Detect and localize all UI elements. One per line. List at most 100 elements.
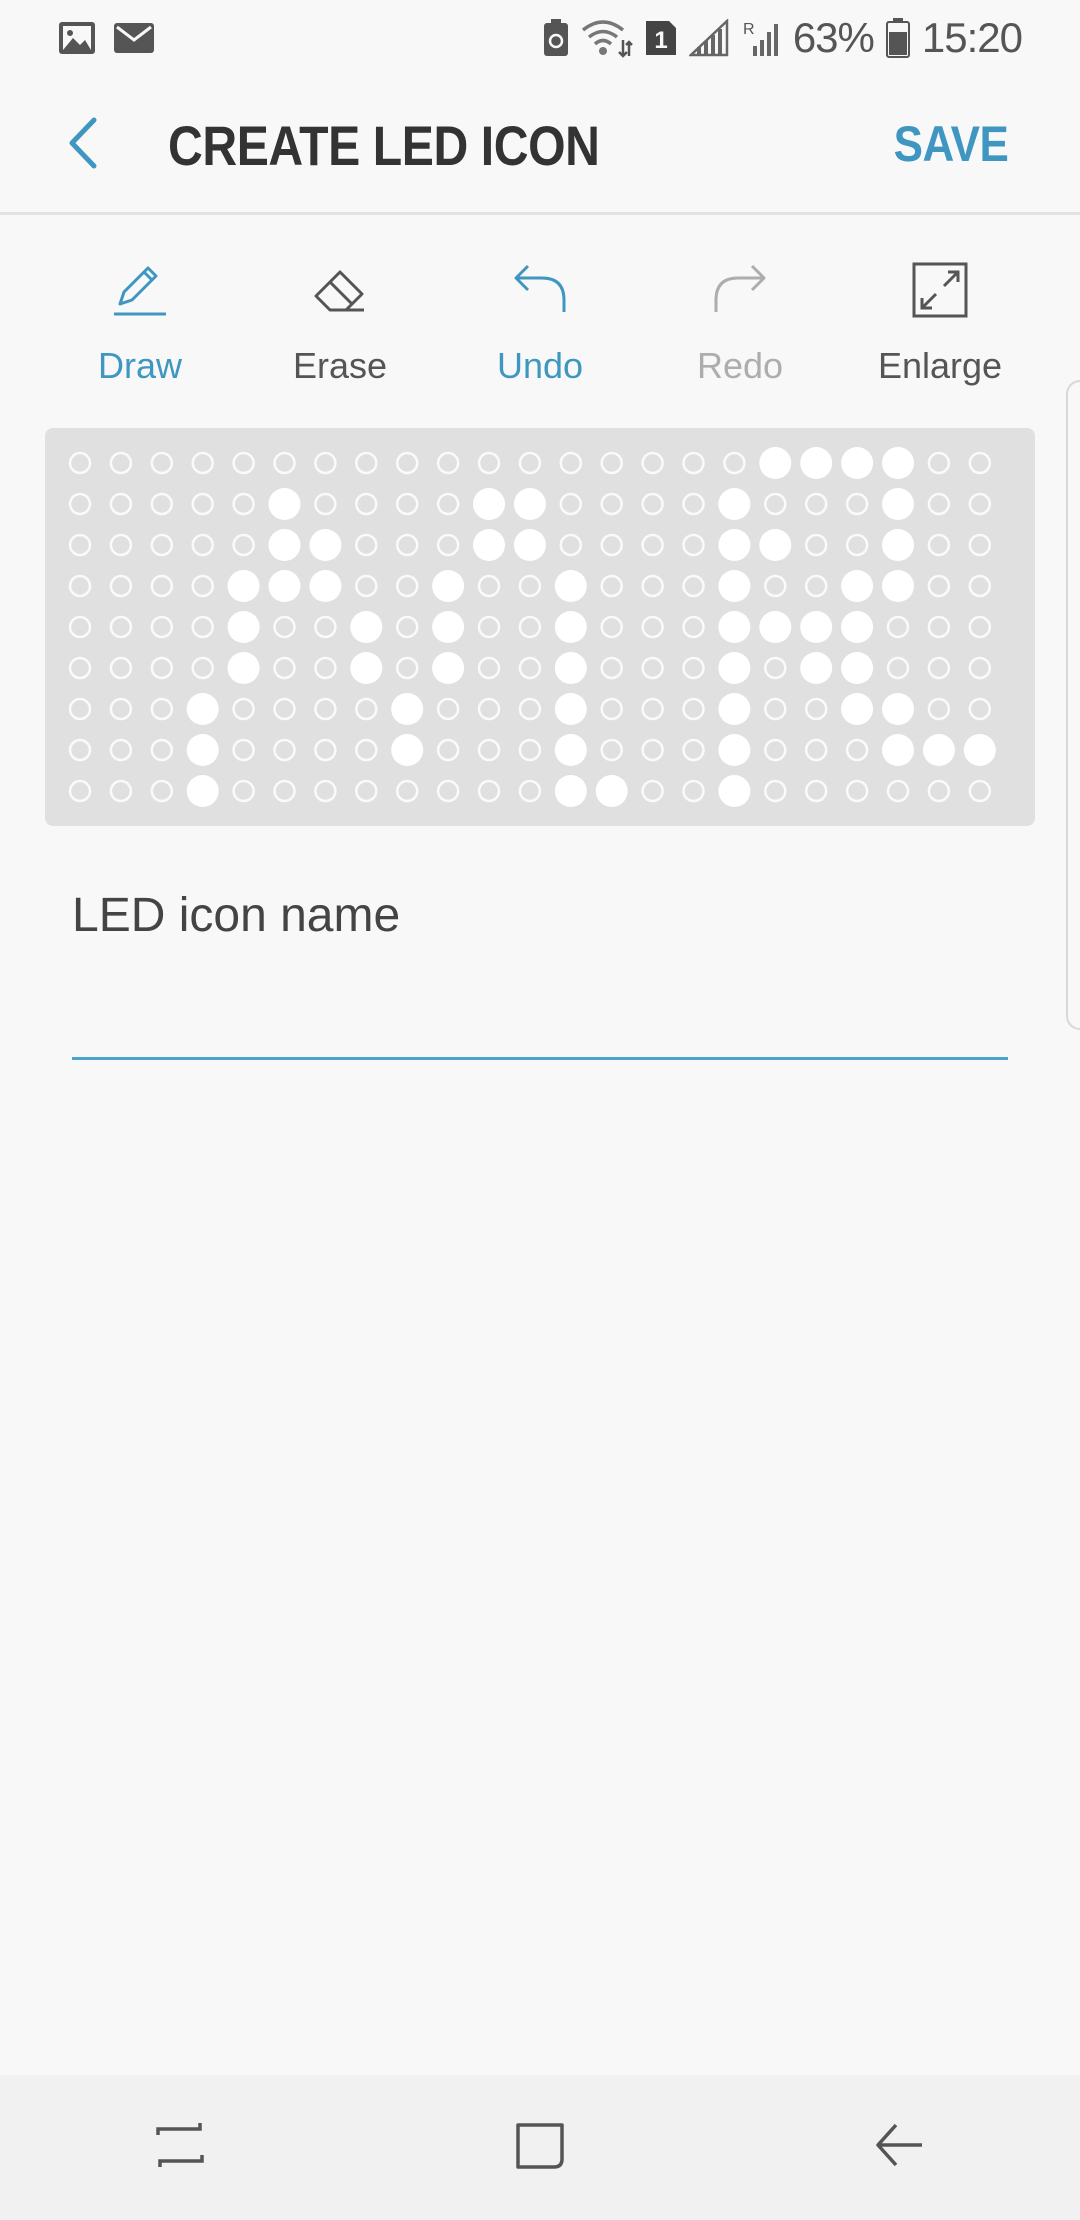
led-cell-off[interactable] (477, 779, 501, 803)
led-cell-on[interactable] (963, 734, 996, 766)
led-cell-on[interactable] (432, 611, 465, 643)
led-cell-off[interactable] (355, 492, 378, 516)
led-cell-off[interactable] (150, 615, 174, 639)
led-cell-on[interactable] (882, 488, 914, 520)
led-cell-off[interactable] (314, 451, 337, 475)
led-cell-off[interactable] (886, 615, 910, 639)
led-cell-off[interactable] (477, 574, 501, 598)
led-cell-on[interactable] (268, 570, 301, 602)
led-cell-off[interactable] (968, 615, 992, 639)
led-cell-off[interactable] (477, 697, 501, 721)
led-cell-off[interactable] (886, 656, 910, 680)
led-cell-off[interactable] (682, 615, 705, 639)
led-cell-off[interactable] (600, 697, 623, 721)
led-cell-on[interactable] (513, 488, 546, 520)
led-cell-off[interactable] (968, 656, 992, 680)
led-cell-off[interactable] (764, 492, 787, 516)
led-cell-off[interactable] (232, 451, 255, 475)
led-cell-on[interactable] (882, 570, 914, 602)
led-cell-off[interactable] (559, 451, 583, 475)
led-cell-on[interactable] (718, 693, 751, 725)
led-cell-off[interactable] (682, 574, 705, 598)
led-cell-off[interactable] (804, 533, 828, 557)
led-cell-off[interactable] (682, 533, 705, 557)
led-cell-on[interactable] (227, 570, 260, 602)
led-cell-off[interactable] (191, 656, 214, 680)
led-cell-off[interactable] (191, 451, 214, 475)
led-cell-off[interactable] (886, 779, 910, 803)
led-cell-off[interactable] (273, 738, 296, 762)
led-cell-off[interactable] (355, 533, 378, 557)
led-cell-off[interactable] (436, 779, 460, 803)
led-cell-on[interactable] (800, 447, 833, 479)
led-cell-off[interactable] (477, 656, 501, 680)
led-cell-on[interactable] (554, 734, 587, 766)
led-cell-on[interactable] (268, 488, 301, 520)
led-cell-off[interactable] (109, 574, 133, 598)
led-cell-on[interactable] (432, 652, 465, 684)
led-cell-on[interactable] (554, 693, 587, 725)
led-cell-on[interactable] (841, 652, 874, 684)
led-cell-on[interactable] (718, 611, 751, 643)
led-cell-off[interactable] (682, 779, 705, 803)
led-cell-off[interactable] (314, 779, 337, 803)
led-cell-off[interactable] (68, 697, 92, 721)
led-cell-off[interactable] (641, 697, 664, 721)
led-cell-on[interactable] (882, 734, 914, 766)
led-cell-on[interactable] (759, 529, 792, 561)
led-cell-off[interactable] (68, 738, 92, 762)
led-grid[interactable] (45, 428, 1035, 826)
led-cell-on[interactable] (841, 570, 874, 602)
led-cell-on[interactable] (841, 693, 874, 725)
led-cell-off[interactable] (109, 697, 133, 721)
led-cell-off[interactable] (436, 697, 460, 721)
led-cell-off[interactable] (477, 451, 501, 475)
led-cell-off[interactable] (436, 738, 460, 762)
led-cell-on[interactable] (309, 570, 342, 602)
led-cell-off[interactable] (518, 738, 542, 762)
led-cell-on[interactable] (800, 652, 833, 684)
led-cell-on[interactable] (268, 529, 301, 561)
led-cell-off[interactable] (314, 615, 337, 639)
led-cell-on[interactable] (391, 734, 424, 766)
led-cell-off[interactable] (314, 656, 337, 680)
led-cell-off[interactable] (804, 574, 828, 598)
led-cell-off[interactable] (845, 533, 869, 557)
led-cell-off[interactable] (395, 574, 419, 598)
led-cell-on[interactable] (554, 611, 587, 643)
led-cell-on[interactable] (554, 652, 587, 684)
led-cell-off[interactable] (273, 656, 296, 680)
led-cell-off[interactable] (395, 451, 419, 475)
led-cell-off[interactable] (682, 451, 705, 475)
led-cell-off[interactable] (600, 492, 623, 516)
led-cell-on[interactable] (841, 611, 874, 643)
led-cell-off[interactable] (314, 492, 337, 516)
led-cell-off[interactable] (518, 656, 542, 680)
led-cell-off[interactable] (150, 451, 174, 475)
led-cell-off[interactable] (927, 697, 951, 721)
led-cell-on[interactable] (350, 652, 383, 684)
led-cell-off[interactable] (764, 779, 787, 803)
led-cell-off[interactable] (641, 451, 664, 475)
led-cell-off[interactable] (109, 656, 133, 680)
led-cell-off[interactable] (600, 615, 623, 639)
led-cell-off[interactable] (150, 533, 174, 557)
enlarge-button[interactable]: Enlarge (840, 255, 1040, 405)
led-cell-off[interactable] (600, 533, 623, 557)
led-cell-off[interactable] (927, 615, 951, 639)
led-cell-off[interactable] (191, 492, 214, 516)
erase-tool-button[interactable]: Erase (240, 255, 440, 405)
edge-panel-handle[interactable] (1066, 380, 1080, 1030)
led-cell-off[interactable] (232, 697, 255, 721)
led-cell-on[interactable] (841, 447, 874, 479)
led-cell-off[interactable] (273, 697, 296, 721)
led-cell-on[interactable] (554, 570, 587, 602)
led-cell-off[interactable] (641, 656, 664, 680)
led-cell-off[interactable] (395, 533, 419, 557)
led-cell-off[interactable] (355, 574, 378, 598)
led-cell-off[interactable] (764, 738, 787, 762)
led-cell-off[interactable] (804, 779, 828, 803)
led-cell-on[interactable] (882, 447, 914, 479)
led-cell-off[interactable] (804, 738, 828, 762)
led-cell-off[interactable] (150, 574, 174, 598)
